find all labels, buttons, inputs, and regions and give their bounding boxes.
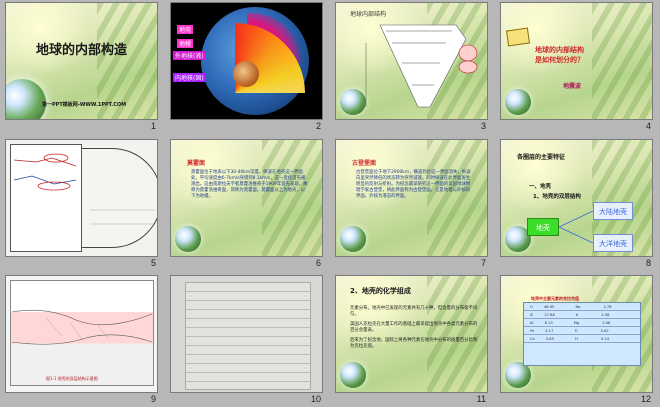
slide-title: 地球的内部构造 bbox=[36, 43, 128, 58]
slide-number: 9 bbox=[150, 394, 156, 404]
bullet-3: 后来为了纪念他，国际上将各种元素在地壳中分布的质量百分比称为克拉克值。 bbox=[350, 338, 478, 349]
slide-9[interactable]: 图1-1 地壳的双层结构示意图 bbox=[5, 275, 158, 393]
slide-header: 2、地壳的化学组成 bbox=[350, 287, 411, 295]
table-row: Al 8.13 Mg 2.06 bbox=[524, 319, 640, 327]
slide-12[interactable]: 地壳中主要元素的克拉克值 O 46.95 Na 2.78 Si 27.88 K … bbox=[500, 275, 653, 393]
slide-thumb-3[interactable]: 地球内部结构 3 bbox=[335, 2, 488, 133]
earth-structure-diagram bbox=[365, 24, 478, 108]
slide-10[interactable] bbox=[170, 275, 323, 393]
crust-box: 地壳 bbox=[527, 218, 559, 236]
slide-thumb-2[interactable]: 地壳 地幔 外地核(液) 内地核(固) 2 bbox=[170, 2, 323, 133]
slide-number: 12 bbox=[640, 394, 651, 404]
question-line-1: 地球的内部结构 bbox=[535, 46, 584, 54]
card-title: 古登堡面 bbox=[352, 160, 377, 167]
slide-3[interactable]: 地球内部结构 bbox=[335, 2, 488, 120]
slide-8[interactable]: 各圈层的主要特征 一、地壳 1、地壳的双层结构 地壳 大陆地壳 大洋地壳 bbox=[500, 139, 653, 257]
slide-5[interactable] bbox=[5, 139, 158, 257]
slide-number: 4 bbox=[645, 121, 651, 131]
answer-text: 地震波 bbox=[563, 83, 582, 90]
template-url: 第一PPT模板网-WWW.1PPT.COM bbox=[42, 102, 127, 108]
slide-thumb-8[interactable]: 各圈层的主要特征 一、地壳 1、地壳的双层结构 地壳 大陆地壳 大洋地壳 8 bbox=[500, 139, 653, 270]
label-inner-core: 内地核(固) bbox=[173, 73, 206, 82]
question-line-2: 是如何划分的？ bbox=[535, 56, 584, 64]
slide-6[interactable]: 莫霍面 莫霍面位于地表以下30-40km深度，纵波在地壳这一界面处，平均速度由6… bbox=[170, 139, 323, 257]
slide-thumb-9[interactable]: 图1-1 地壳的双层结构示意图 9 bbox=[5, 275, 158, 406]
slide-11[interactable]: 2、地壳的化学组成 元素分布。地壳中已发现的元素共有几十种，但含量的分布极不均匀… bbox=[335, 275, 488, 393]
table-row: O 46.95 Na 2.78 bbox=[524, 303, 640, 311]
slide-sorter-grid: 地球的内部构造 第一PPT模板网-WWW.1PPT.COM 1 地壳 地幔 外地… bbox=[0, 0, 660, 407]
table-row: Ca 3.65 H 0.14 bbox=[524, 335, 640, 343]
globe-image bbox=[6, 79, 46, 119]
label-mantle: 地幔 bbox=[177, 39, 194, 48]
seismic-curves bbox=[13, 153, 156, 225]
slide-number: 11 bbox=[476, 394, 486, 404]
clarke-value-table: O 46.95 Na 2.78 Si 27.88 K 2.58 Al 8.13 … bbox=[523, 302, 641, 366]
slide-2[interactable]: 地壳 地幔 外地核(液) 内地核(固) bbox=[170, 2, 323, 120]
diagram-caption: 图1-1 地壳的双层结构示意图 bbox=[46, 376, 98, 381]
slide-thumb-11[interactable]: 2、地壳的化学组成 元素分布。地壳中已发现的元素共有几十种，但含量的分布极不均匀… bbox=[335, 275, 488, 406]
slide-number: 7 bbox=[480, 258, 486, 268]
label-crust: 地壳 bbox=[177, 25, 194, 34]
slide-7[interactable]: 古登堡面 古登堡面位于地下2900km，横波到达这一界面消失，纵波向里突然降低的… bbox=[335, 139, 488, 257]
slide-1[interactable]: 地球的内部构造 第一PPT模板网-WWW.1PPT.COM bbox=[5, 2, 158, 120]
slide-thumb-10[interactable]: 10 bbox=[170, 275, 323, 406]
slide-number: 2 bbox=[315, 121, 321, 131]
slide-number: 3 bbox=[480, 121, 486, 131]
slide-thumb-12[interactable]: 地壳中主要元素的克拉克值 O 46.95 Na 2.78 Si 27.88 K … bbox=[500, 275, 653, 406]
bullet-2: 美国人克拉克在大量工作的基础上最早提出地壳中各类元素分布的百分含量表。 bbox=[350, 322, 478, 333]
slide-number: 6 bbox=[315, 258, 321, 268]
bullet-1: 元素分布。地壳中已发现的元素共有几十种，但含量的分布极不均匀。 bbox=[350, 306, 478, 317]
slide-thumb-5[interactable]: 5 bbox=[5, 139, 158, 270]
slide-number: 8 bbox=[645, 258, 651, 268]
scanned-table-image bbox=[185, 282, 311, 390]
card-body: 古登堡面位于地下2900km，横波到达这一界面消失，纵波向里突然降低的状态转为突… bbox=[356, 170, 471, 199]
slide-thumb-4[interactable]: 地球的内部结构 是如何划分的？ 地震波 4 bbox=[500, 2, 653, 133]
oceanic-crust-box: 大洋地壳 bbox=[593, 234, 633, 252]
slide-number: 1 bbox=[150, 121, 156, 131]
slide-thumb-6[interactable]: 莫霍面 莫霍面位于地表以下30-40km深度，纵波在地壳这一界面处，平均速度由6… bbox=[170, 139, 323, 270]
book-icon bbox=[505, 27, 531, 47]
slide-thumb-1[interactable]: 地球的内部构造 第一PPT模板网-WWW.1PPT.COM 1 bbox=[5, 2, 158, 133]
slide-number: 10 bbox=[310, 394, 321, 404]
table-row: Fe 5.17 Ti 0.62 bbox=[524, 327, 640, 335]
slide-number: 5 bbox=[150, 258, 156, 268]
card-title: 莫霍面 bbox=[187, 160, 206, 167]
label-outer-core: 外地核(液) bbox=[173, 51, 206, 60]
slide-thumb-7[interactable]: 古登堡面 古登堡面位于地下2900km，横波到达这一界面消失，纵波向里突然降低的… bbox=[335, 139, 488, 270]
continental-crust-box: 大陆地壳 bbox=[593, 202, 633, 220]
slide-4[interactable]: 地球的内部结构 是如何划分的？ 地震波 bbox=[500, 2, 653, 120]
table-row: Si 27.88 K 2.58 bbox=[524, 311, 640, 319]
card-body: 莫霍面位于地表以下30-40km深度，纵波在地壳这一界面处，平均速度由6-7km… bbox=[191, 170, 308, 199]
